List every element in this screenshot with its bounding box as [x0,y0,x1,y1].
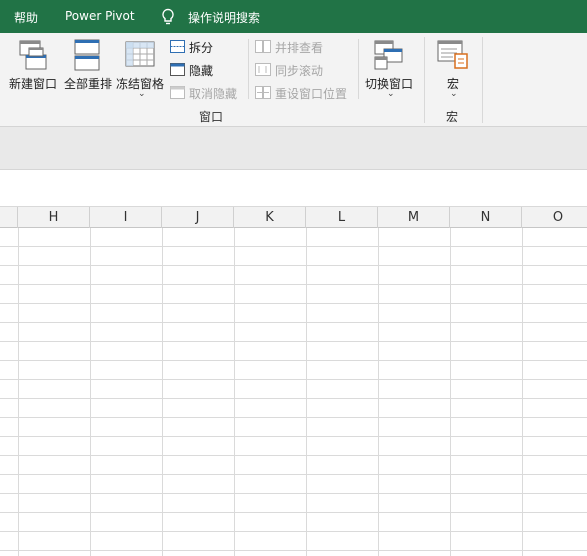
unhide-label: 取消隐藏 [189,87,238,101]
tell-me-search[interactable]: 操作说明搜索 [188,9,260,26]
macros-button[interactable]: 宏 ⌄ [432,37,476,101]
macros-icon [437,40,468,69]
chevron-down-icon: ⌄ [138,89,146,99]
separator [248,39,249,99]
side-by-side-icon [255,40,271,53]
separator [482,37,483,123]
separator [358,39,359,99]
arrange-all-label: 全部重排 [64,77,113,91]
new-window-icon [19,40,47,70]
tab-power-pivot[interactable]: Power Pivot [65,9,135,23]
column-header[interactable]: L [306,207,378,228]
column-header[interactable]: J [162,207,234,228]
cell-grid[interactable] [0,228,587,556]
ribbon-tab-bar: 帮助 Power Pivot 操作说明搜索 [0,0,587,33]
chevron-down-icon: ⌄ [387,89,395,99]
select-all-corner[interactable] [0,207,18,228]
separator [424,37,425,123]
new-window-button[interactable]: 新建窗口 [6,37,60,97]
switch-windows-icon [374,40,403,70]
column-header-row: H I J K L M N O [0,207,587,228]
column-header[interactable]: M [378,207,450,228]
formula-bar-area [0,127,587,170]
window-group-label: 窗口 [199,110,224,124]
reset-position-icon [255,86,271,99]
column-header[interactable]: N [450,207,522,228]
freeze-panes-icon [125,41,155,67]
arrange-all-button[interactable]: 全部重排 [62,37,114,97]
reset-window-position-label: 重设窗口位置 [275,87,348,101]
sheet-top-bar [0,170,587,207]
lightbulb-icon[interactable] [161,8,175,26]
unhide-icon [170,86,185,99]
column-header[interactable]: I [90,207,162,228]
freeze-panes-button[interactable]: 冻结窗格 ⌄ [116,37,166,101]
view-side-by-side-label: 并排查看 [275,41,324,55]
arrange-all-icon [74,39,100,71]
column-header[interactable]: H [18,207,90,228]
split-label: 拆分 [189,41,214,55]
column-header[interactable]: K [234,207,306,228]
new-window-label: 新建窗口 [9,77,58,91]
chevron-down-icon: ⌄ [450,89,458,99]
sync-scroll-icon [255,63,271,76]
synchronous-scrolling-label: 同步滚动 [275,64,324,78]
hide-icon [170,63,185,76]
hide-label: 隐藏 [189,64,214,78]
column-header[interactable]: O [522,207,587,228]
tab-help[interactable]: 帮助 [14,9,38,26]
ribbon: 新建窗口 全部重排 冻结窗格 ⌄ 拆分 隐藏 取消隐藏 并排查看 同步滚动 重设… [0,33,587,127]
split-icon [170,40,185,53]
macros-group-label: 宏 [446,110,459,124]
switch-windows-button[interactable]: 切换窗口 ⌄ [362,37,418,101]
